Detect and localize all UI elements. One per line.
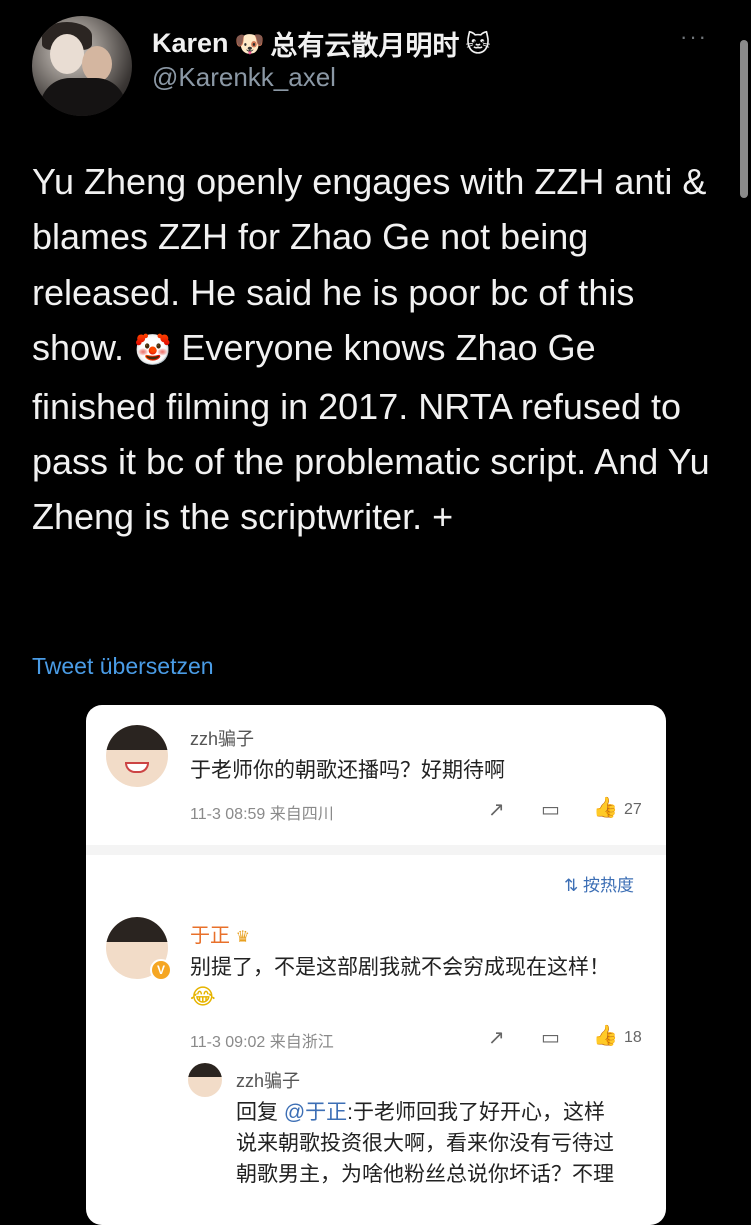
nested-reply-line-2: 说来朝歌投资很大啊，看来你没有亏待过: [236, 1132, 614, 1155]
like-count: 27: [624, 801, 642, 818]
mention-link: @于正: [283, 1101, 348, 1124]
author-handle[interactable]: @Karenkk_axel: [152, 62, 336, 93]
like-icon: 👍: [593, 795, 618, 819]
nested-reply-line-3: 朝歌男主，为啥他粉丝总说你坏话？不理: [236, 1163, 614, 1186]
sort-label: 按热度: [582, 876, 634, 895]
tweet-text: Yu Zheng openly engages with ZZH anti & …: [32, 154, 722, 545]
nested-reply-username: zzh骗子: [236, 1071, 301, 1091]
reply-username-text: 于正: [190, 925, 230, 947]
laughing-emoji-icon: 😂: [190, 985, 216, 1010]
share-icon: ↗: [488, 1025, 505, 1049]
avatar-face-1: [50, 34, 84, 74]
section-divider: [86, 845, 666, 855]
nested-reply-avatar: [188, 1063, 222, 1097]
comment-meta: 11-3 08:59 来自四川: [190, 806, 334, 823]
cat-emoji-icon: 🐱: [465, 29, 491, 58]
nested-reply-line-1: 回复 @于正:于老师回我了好开心，这样: [236, 1097, 656, 1128]
verified-badge-icon: V: [150, 959, 172, 981]
commenter-username: zzh骗子: [190, 729, 255, 749]
like-count: 18: [624, 1029, 642, 1046]
dog-emoji-icon: 🐶: [234, 29, 265, 58]
comment-text: 于老师你的朝歌还播吗？好期待啊: [190, 759, 505, 782]
sort-icon: ⇅: [564, 876, 579, 895]
avatar-suit: [40, 78, 126, 116]
scrollbar[interactable]: [740, 40, 748, 198]
crown-icon: ♛: [235, 927, 250, 946]
reply-username: 于正 ♛: [190, 919, 250, 948]
more-options-icon[interactable]: ···: [680, 24, 708, 50]
attached-image[interactable]: zzh骗子 于老师你的朝歌还播吗？好期待啊 11-3 08:59 来自四川 ↗ …: [86, 705, 666, 1225]
avatar-face-2: [82, 46, 112, 82]
reply-text: 别提了，不是这部剧我就不会穷成现在这样！: [190, 956, 610, 979]
sort-by-popularity: ⇅ 按热度: [564, 871, 634, 896]
clown-emoji-icon: 🤡: [134, 333, 172, 369]
author-avatar[interactable]: [32, 16, 132, 116]
share-icon: ↗: [488, 797, 505, 821]
author-display-name: Karen: [152, 28, 229, 58]
reply-meta: 11-3 09:02 来自浙江: [190, 1034, 334, 1051]
translate-tweet-link[interactable]: Tweet übersetzen: [32, 653, 214, 680]
comment-icon: ▭: [541, 797, 560, 821]
author-name-cn: 总有云散月明时: [270, 31, 460, 61]
author-name[interactable]: Karen 🐶 总有云散月明时 🐱: [152, 24, 490, 63]
like-icon: 👍: [593, 1023, 618, 1047]
comment-icon: ▭: [541, 1025, 560, 1049]
nested-reply-line-1-rest: :于老师回我了好开心，这样: [347, 1101, 606, 1124]
commenter-avatar: [106, 725, 168, 787]
reply-prefix: 回复: [236, 1101, 284, 1124]
nested-reply-text: 回复 @于正:于老师回我了好开心，这样 说来朝歌投资很大啊，看来你没有亏待过 朝…: [236, 1097, 656, 1190]
